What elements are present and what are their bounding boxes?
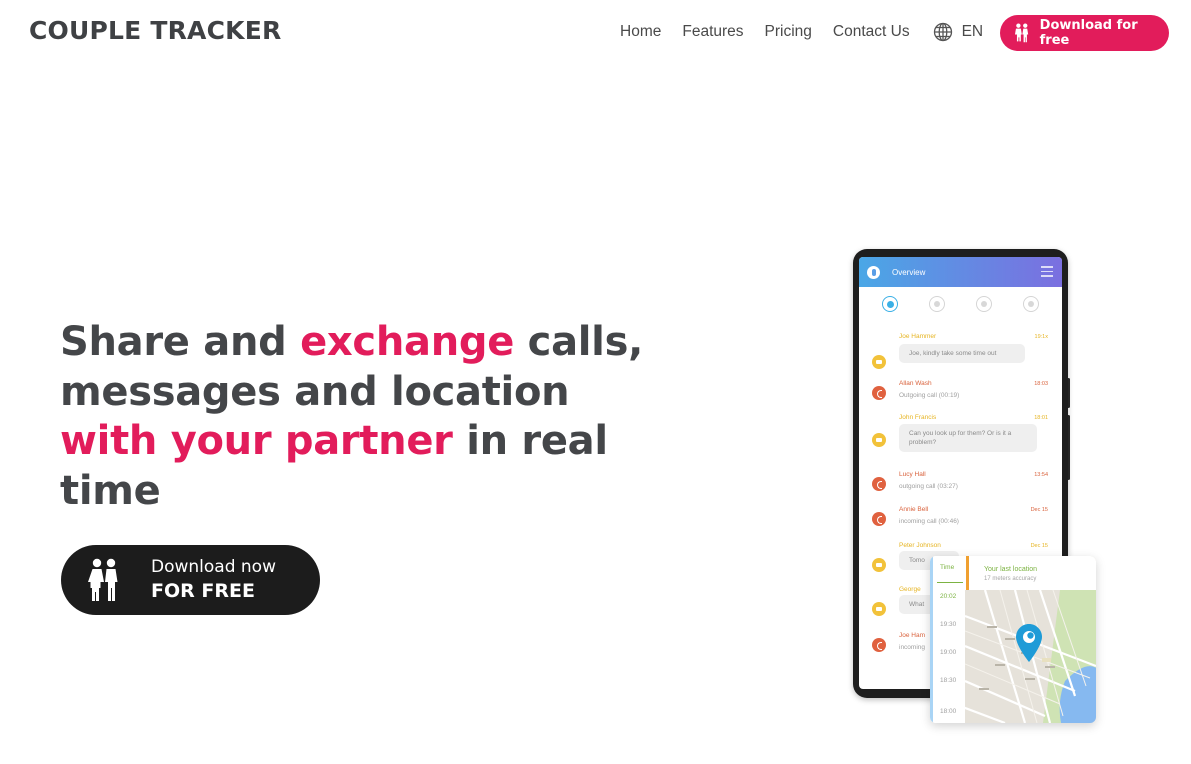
time-entry[interactable]: 19:00 — [940, 649, 956, 656]
couple-icon — [1014, 23, 1029, 43]
time-entry[interactable]: 18:00 — [940, 708, 956, 715]
phone-call-icon — [872, 477, 886, 491]
location-accuracy: 17 meters accuracy — [984, 576, 1037, 582]
download-now-label: Download now — [151, 557, 276, 577]
phone-call-icon — [872, 638, 886, 652]
phone-call-icon — [872, 386, 886, 400]
message-icon[interactable] — [975, 296, 992, 312]
contact-name: Allan Wash — [899, 380, 932, 387]
contact-name: Joe Ham — [899, 632, 926, 639]
couple-icon — [88, 558, 118, 601]
overview-icon[interactable] — [882, 296, 899, 312]
hero-title-highlight: with your partner — [60, 418, 453, 464]
message-icon — [872, 602, 886, 616]
contact-name: Annie Bell — [899, 506, 929, 513]
nav-pricing[interactable]: Pricing — [765, 23, 812, 41]
time-label: Time — [940, 564, 955, 571]
phone-call-icon — [872, 512, 886, 526]
menu-icon[interactable] — [1041, 266, 1053, 278]
language-selector[interactable]: EN — [933, 22, 984, 42]
nav-features[interactable]: Features — [682, 23, 743, 41]
download-for-free-label: Download for free — [1039, 18, 1138, 48]
message-icon — [872, 433, 886, 447]
download-for-free-button[interactable]: Download for free — [1000, 15, 1169, 51]
main-nav: Home Features Pricing Contact Us EN — [620, 22, 983, 42]
phone-icon[interactable] — [929, 296, 946, 312]
feed-item[interactable]: Lucy Hall 13:54 outgoing call (03:27) — [859, 471, 1062, 497]
site-logo[interactable]: COUPLE TRACKER — [29, 16, 281, 45]
last-location-card[interactable]: Time 20:02 19:30 19:00 18:30 18:00 Your … — [930, 556, 1096, 723]
time-column: Time 20:02 19:30 19:00 18:30 18:00 — [930, 556, 965, 723]
globe-icon — [933, 22, 952, 42]
download-now-text: Download now FOR FREE — [151, 556, 276, 604]
feed-time: 19:1x — [1034, 334, 1048, 340]
time-divider — [937, 582, 963, 583]
app-logo-icon — [867, 265, 880, 279]
map-view[interactable]: Your last location 17 meters accuracy — [965, 556, 1096, 723]
feed-item[interactable]: John Francis 18:01 Can you look up for t… — [859, 414, 1062, 462]
contact-name: Peter Johnson — [899, 542, 941, 549]
app-tabs — [859, 287, 1062, 321]
contact-name: George — [899, 586, 921, 593]
app-bar: Overview — [859, 257, 1062, 287]
feed-item[interactable]: Allan Wash 18:03 Outgoing call (00:19) — [859, 380, 1062, 406]
location-header: Your last location 17 meters accuracy — [965, 556, 1096, 590]
language-label: EN — [961, 23, 984, 40]
feed-item[interactable]: Joe Hammer 19:1x Joe, kindly take some t… — [859, 333, 1062, 373]
message-icon — [872, 355, 886, 369]
contact-name: Joe Hammer — [899, 333, 937, 340]
hero-title-part: Share and — [60, 319, 301, 365]
contact-name: Lucy Hall — [899, 471, 926, 478]
hero-title: Share and exchange calls, messages and l… — [60, 318, 660, 516]
download-now-button[interactable]: Download now FOR FREE — [61, 545, 320, 615]
route-segment — [966, 556, 969, 590]
time-entry[interactable]: 18:30 — [940, 677, 956, 684]
location-pin-icon — [1016, 624, 1042, 662]
feed-time: 18:03 — [1034, 381, 1048, 387]
message-bubble: Joe, kindly take some time out — [899, 344, 1025, 363]
feed-item[interactable]: Annie Bell Dec 15 incoming call (00:46) — [859, 506, 1062, 532]
time-entry[interactable]: 19:30 — [940, 621, 956, 628]
message-bubble: Can you look up for them? Or is it a pro… — [899, 424, 1037, 452]
feed-time: Dec 15 — [1030, 543, 1048, 549]
call-detail: outgoing call (03:27) — [899, 483, 958, 490]
time-entry[interactable]: 20:02 — [940, 593, 956, 600]
location-title: Your last location — [984, 566, 1038, 573]
feed-time: Dec 15 — [1030, 507, 1048, 513]
location-icon[interactable] — [1022, 296, 1039, 312]
call-detail: incoming — [899, 644, 926, 651]
contact-name: John Francis — [899, 414, 937, 421]
app-title: Overview — [892, 267, 926, 277]
message-icon — [872, 558, 886, 572]
call-detail: Outgoing call (00:19) — [899, 392, 960, 399]
nav-contact-us[interactable]: Contact Us — [833, 23, 910, 41]
nav-home[interactable]: Home — [620, 23, 661, 41]
hero-title-highlight: exchange — [300, 319, 515, 365]
feed-time: 13:54 — [1034, 472, 1048, 478]
site-header: COUPLE TRACKER Home Features Pricing Con… — [0, 0, 1191, 66]
call-detail: incoming call (00:46) — [899, 518, 959, 525]
for-free-label: FOR FREE — [151, 580, 255, 602]
feed-time: 18:01 — [1034, 415, 1048, 421]
